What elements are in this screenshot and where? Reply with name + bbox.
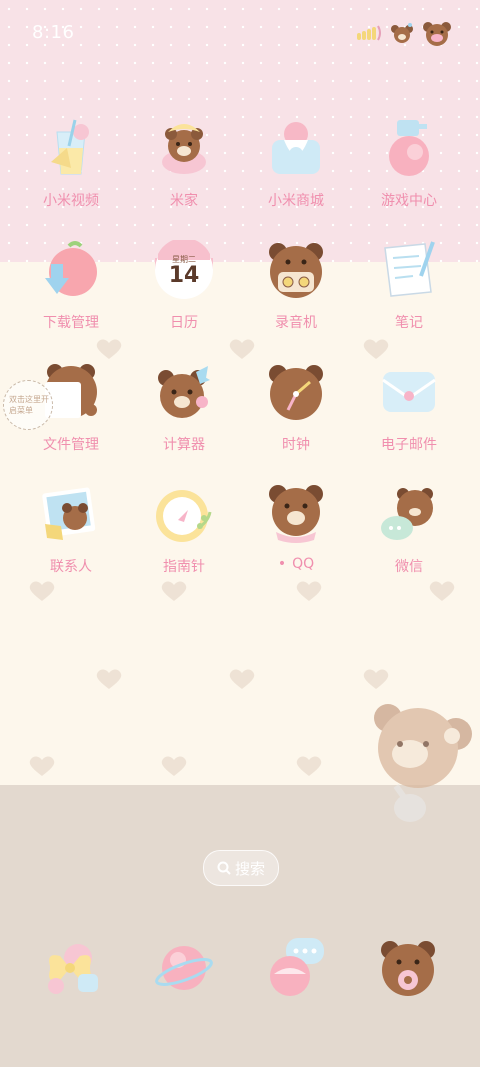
app-contacts[interactable]: 联系人 [16, 484, 126, 594]
app-label: 计算器 [163, 437, 205, 453]
app-xiaomi-mall[interactable]: 小米商城 [241, 118, 351, 228]
search-button[interactable]: 搜索 [203, 850, 279, 886]
heart-decoration-icon [29, 756, 55, 776]
app-compass[interactable]: 指南针 [129, 484, 239, 594]
heart-decoration-icon [363, 669, 389, 689]
peach-icon [389, 120, 429, 176]
app-label: 米家 [170, 193, 198, 209]
app-label: 联系人 [50, 559, 92, 575]
app-clock[interactable]: 时钟 [241, 362, 351, 472]
app-label: 指南针 [163, 559, 205, 575]
photo-bear-icon [42, 487, 96, 540]
app-label: 下载管理 [43, 315, 99, 331]
app-wechat[interactable]: 微信 [354, 484, 464, 594]
search-label: 搜索 [234, 859, 265, 878]
app-calendar[interactable]: 星期二 14 日历 [129, 240, 239, 350]
juice-cup-icon [51, 119, 89, 175]
apple-download-icon [45, 241, 97, 296]
dock-app-bow[interactable] [42, 938, 102, 998]
heart-decoration-icon [96, 669, 122, 689]
calendar-day: 14 [168, 263, 200, 288]
app-label: 电子邮件 [381, 437, 437, 453]
new-indicator-dot: • [277, 556, 287, 572]
app-label: 小米视频 [43, 193, 99, 209]
battery-bear-icon [423, 22, 451, 46]
app-game-center[interactable]: 游戏中心 [354, 118, 464, 228]
bear-cassette-icon [269, 243, 323, 298]
status-time: 8:16 [32, 22, 75, 43]
app-email[interactable]: 电子邮件 [354, 362, 464, 472]
app-download-manager[interactable]: 下载管理 [16, 240, 126, 350]
wifi-bear-icon [391, 23, 413, 43]
wallpaper-bottom [0, 785, 480, 1067]
heart-decoration-icon [229, 669, 255, 689]
app-label: 游戏中心 [381, 193, 437, 209]
app-mijia[interactable]: 米家 [129, 118, 239, 228]
bear-clock-icon [269, 365, 323, 420]
heart-decoration-icon [161, 756, 187, 776]
app-xiaomi-video[interactable]: 小米视频 [16, 118, 126, 228]
bear-wallpaper-icon [374, 704, 472, 822]
dock-app-planet[interactable] [154, 938, 214, 998]
app-label: 笔记 [395, 315, 423, 331]
app-label: 微信 [395, 559, 423, 575]
signal-icon [357, 25, 381, 41]
bear-chat-icon [381, 488, 433, 540]
bear-bow-icon [158, 366, 210, 418]
shopping-bag-icon [272, 122, 320, 174]
envelope-icon [382, 372, 436, 412]
app-calculator[interactable]: 计算器 [129, 362, 239, 472]
heart-decoration-icon [296, 756, 322, 776]
app-label: 文件管理 [43, 437, 99, 453]
search-icon [217, 861, 231, 875]
dock-app-bear-donut[interactable] [378, 938, 438, 998]
app-notes[interactable]: 笔记 [354, 240, 464, 350]
app-label: 时钟 [282, 437, 310, 453]
dock-app-peach-chat[interactable] [266, 938, 326, 998]
status-icons [356, 20, 452, 46]
bear-hat-icon [162, 124, 206, 174]
app-label: 录音机 [275, 315, 317, 331]
app-recorder[interactable]: 录音机 [241, 240, 351, 350]
app-label: • QQ [241, 556, 351, 572]
compass-icon [156, 490, 212, 542]
menu-tip-bubble[interactable]: 双击这里开启菜单 [3, 380, 53, 430]
app-label-text: QQ [292, 556, 315, 572]
app-qq[interactable]: • QQ [241, 484, 351, 594]
app-label: 小米商城 [268, 193, 324, 209]
notepad-icon [384, 241, 435, 297]
bear-scarf-icon [269, 485, 323, 543]
app-label: 日历 [170, 315, 198, 331]
